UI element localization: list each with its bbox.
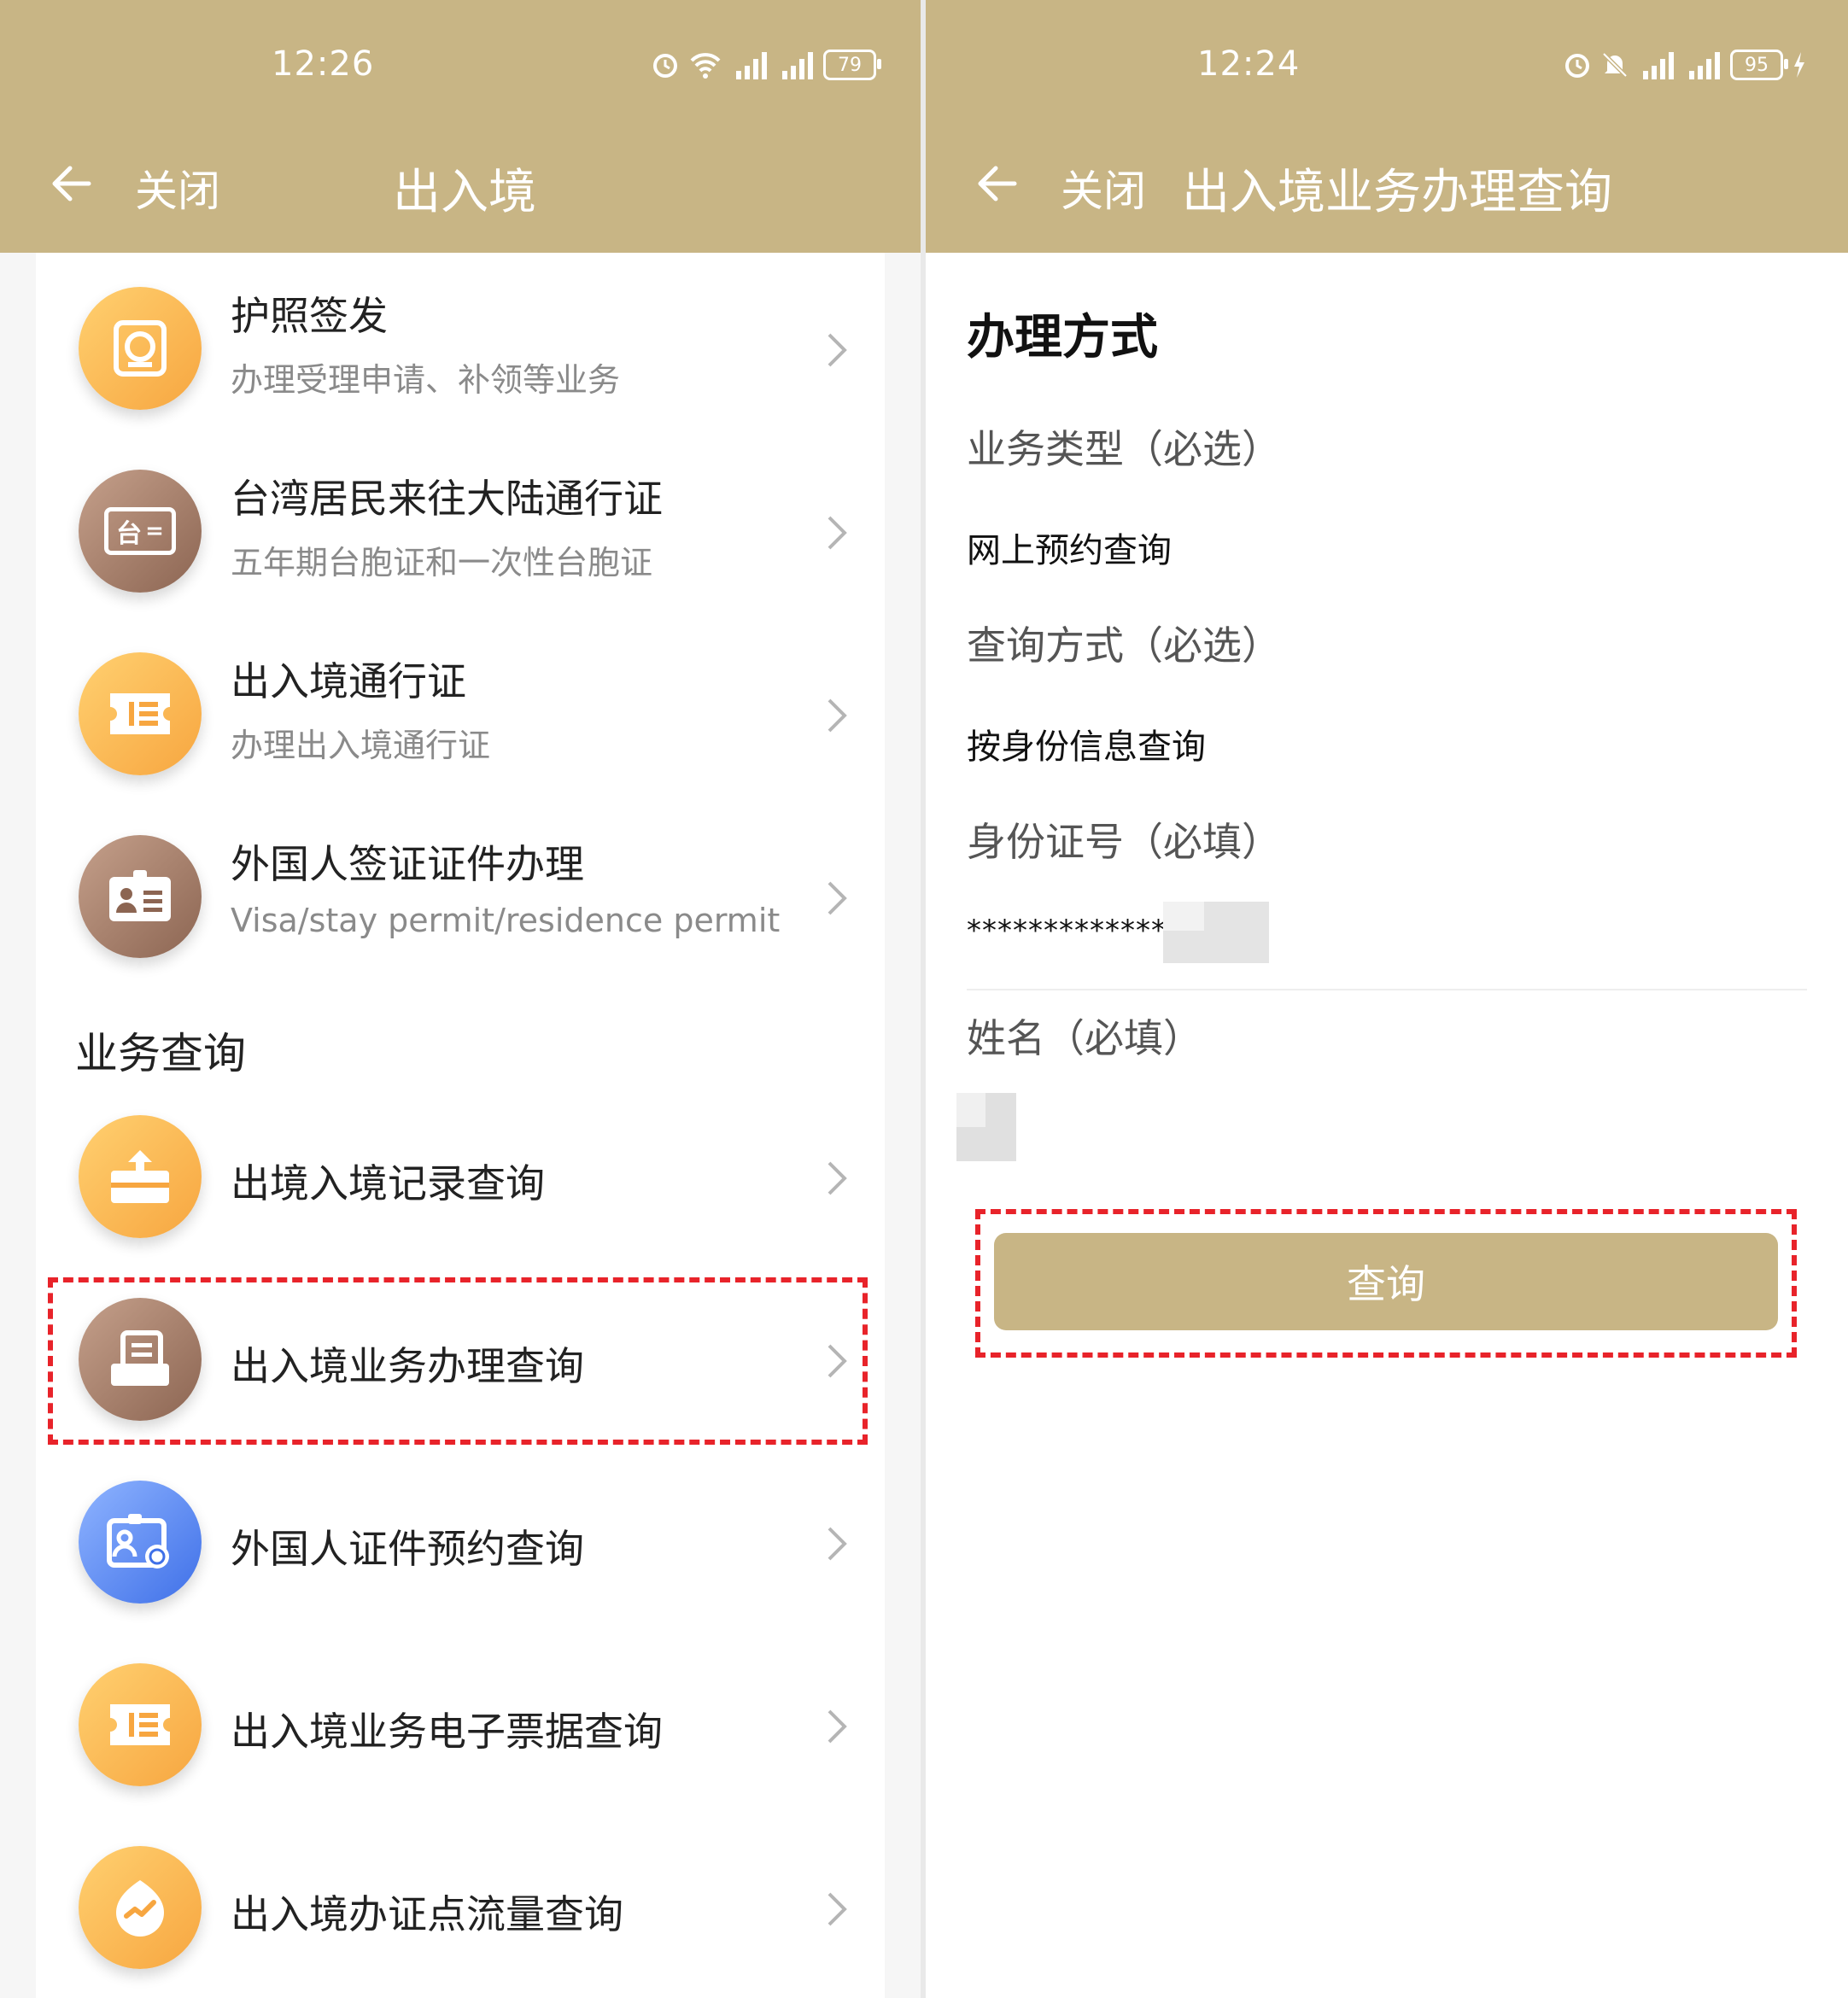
charging-icon (1794, 52, 1804, 78)
ticket-icon (79, 652, 202, 775)
list-item-passport[interactable]: 护照签发 办理受理申请、补领等业务 (36, 253, 885, 435)
left-header: 12:26 79 关闭 出入境 (0, 0, 921, 253)
taiwan-permit-badge: 台 = (104, 507, 176, 555)
name-label: 姓名（必填） (967, 1015, 1202, 1061)
list-item-exit-entry-permit[interactable]: 出入境通行证 办理出入境通行证 (36, 618, 885, 801)
highlight-annotation (48, 1277, 868, 1445)
passport-icon (79, 287, 202, 410)
e-receipt-icon (79, 1663, 202, 1786)
chevron-right-icon (828, 1527, 847, 1561)
alarm-icon (653, 54, 677, 78)
query-method-label: 查询方式（必选） (967, 622, 1281, 669)
page-title: 出入境 (393, 165, 536, 220)
item-title: 出入境办证点流量查询 (231, 1891, 623, 1937)
status-icons: 95 (1563, 48, 1807, 82)
item-title: 出入境业务电子票据查询 (231, 1709, 663, 1755)
status-time: 12:24 (1197, 44, 1301, 84)
section-title: 业务查询 (75, 1029, 246, 1078)
close-button[interactable]: 关闭 (1061, 157, 1146, 219)
signal-icon (1643, 52, 1674, 79)
item-title: 护照签发 (231, 293, 388, 339)
redacted-blur (1163, 902, 1204, 931)
chevron-right-icon (828, 516, 847, 550)
highlight-annotation (975, 1209, 1797, 1358)
left-screen: 12:26 79 关闭 出入境 护照签发 办理受理申请、补领等业务 台 = 台湾… (0, 0, 921, 1998)
traffic-icon (79, 1846, 202, 1969)
item-title: 外国人签证证件办理 (231, 841, 584, 887)
chevron-right-icon (828, 1709, 847, 1744)
chevron-right-icon (828, 1161, 847, 1195)
chevron-right-icon (828, 881, 847, 915)
mute-bell-icon (1602, 52, 1628, 78)
signal-icon (782, 52, 813, 79)
nav-bar: 关闭 出入境业务办理查询 (926, 154, 1848, 220)
chevron-right-icon (828, 698, 847, 733)
page-title: 出入境业务办理查询 (1182, 165, 1612, 220)
field-divider (967, 989, 1807, 990)
status-icons: 79 (651, 48, 881, 82)
chevron-right-icon (828, 333, 847, 367)
item-title: 出入境通行证 (231, 658, 466, 704)
query-method-select[interactable]: 按身份信息查询 (967, 719, 1206, 768)
right-screen: 12:24 95 关闭 出入境业务办理查询 办理方式 业务类型（必选） 网上预约… (926, 0, 1848, 1998)
id-card-icon (79, 835, 202, 958)
close-button[interactable]: 关闭 (135, 157, 220, 219)
battery-icon: 79 (823, 50, 881, 80)
item-subtitle: 办理受理申请、补领等业务 (231, 361, 621, 399)
wifi-icon (690, 53, 721, 79)
taiwan-permit-icon: 台 = (79, 470, 202, 593)
list-item-foreigner-appointment[interactable]: 外国人证件预约查询 (36, 1481, 885, 1663)
taiwan-permit-badge-text: 台 (116, 519, 143, 549)
item-title: 台湾居民来往大陆通行证 (231, 476, 663, 522)
battery-level: 95 (1745, 54, 1769, 76)
list-item-entry-exit-records[interactable]: 出境入境记录查询 (36, 1115, 885, 1298)
status-time: 12:26 (272, 44, 375, 84)
redacted-blur (956, 1093, 985, 1127)
back-arrow-icon[interactable] (974, 161, 1020, 207)
list-item-e-receipt[interactable]: 出入境业务电子票据查询 (36, 1663, 885, 1846)
item-title: 外国人证件预约查询 (231, 1526, 584, 1572)
foreigner-appointment-icon (79, 1481, 202, 1604)
item-subtitle: Visa/stay permit/residence permit (231, 902, 781, 939)
service-list: 护照签发 办理受理申请、补领等业务 台 = 台湾居民来往大陆通行证 五年期台胞证和… (36, 253, 885, 1998)
signal-icon (736, 52, 767, 79)
id-number-label: 身份证号（必填） (967, 819, 1281, 865)
id-number-field[interactable]: ************* (967, 914, 1167, 948)
business-type-label: 业务类型（必选） (967, 426, 1281, 472)
list-item-foreigner-visa[interactable]: 外国人签证证件办理 Visa/stay permit/residence per… (36, 801, 885, 984)
form-section-title: 办理方式 (967, 310, 1158, 365)
item-subtitle: 五年期台胞证和一次性台胞证 (231, 544, 653, 581)
list-item-traffic[interactable]: 出入境办证点流量查询 (36, 1846, 885, 1998)
record-icon (79, 1115, 202, 1238)
signal-icon (1689, 52, 1720, 79)
battery-level: 79 (838, 54, 862, 76)
back-arrow-icon[interactable] (48, 161, 94, 207)
alarm-icon (1565, 54, 1589, 78)
item-subtitle: 办理出入境通行证 (231, 727, 491, 764)
item-title: 出境入境记录查询 (231, 1160, 545, 1206)
battery-icon: 95 (1730, 50, 1788, 80)
right-header: 12:24 95 关闭 出入境业务办理查询 (926, 0, 1848, 253)
list-item-taiwan-permit[interactable]: 台 = 台湾居民来往大陆通行证 五年期台胞证和一次性台胞证 (36, 435, 885, 618)
name-field[interactable] (956, 1093, 1016, 1161)
business-type-select[interactable]: 网上预约查询 (967, 523, 1172, 572)
chevron-right-icon (828, 1892, 847, 1926)
nav-bar: 关闭 出入境 (0, 154, 921, 220)
